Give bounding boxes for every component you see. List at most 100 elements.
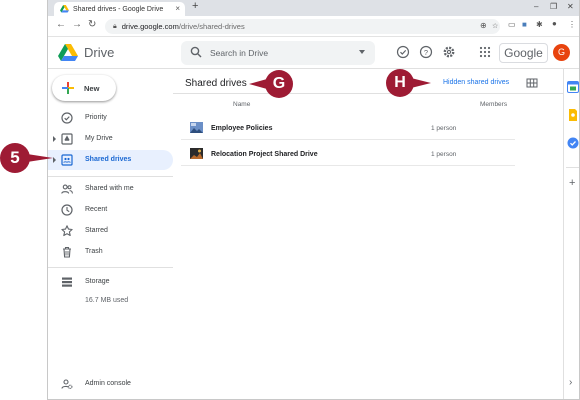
browser-menu-icon[interactable]: ⋮ xyxy=(568,20,576,29)
sidebar-item-starred[interactable]: Starred xyxy=(48,221,173,241)
sidebar-divider xyxy=(48,267,173,268)
side-panel: + › xyxy=(563,69,579,399)
new-button[interactable]: New xyxy=(52,75,116,101)
search-box[interactable]: Search in Drive xyxy=(181,41,375,65)
sidebar-item-recent[interactable]: Recent xyxy=(48,200,173,220)
callout-h: H xyxy=(386,69,414,97)
row-name: Employee Policies xyxy=(211,125,273,132)
sidebar-item-label: Admin console xyxy=(85,380,131,387)
page-title: Shared drives xyxy=(185,78,247,89)
settings-gear-icon[interactable] xyxy=(442,45,456,59)
side-panel-divider xyxy=(566,167,579,168)
storage-used-text: 16.7 MB used xyxy=(85,297,129,304)
table-row[interactable]: Relocation Project Shared Drive 1 person xyxy=(181,143,515,166)
sidebar-item-label: Shared drives xyxy=(85,156,132,163)
shared-drive-thumbnail-icon xyxy=(190,122,203,133)
storage-icon xyxy=(62,277,72,287)
url-host: drive.google.com xyxy=(121,22,179,31)
expand-caret-icon[interactable] xyxy=(53,157,56,163)
shared-drive-thumbnail-icon xyxy=(190,148,203,159)
minimize-icon[interactable]: – xyxy=(534,2,538,11)
clock-icon xyxy=(61,204,73,216)
star-icon xyxy=(61,225,73,237)
browser-toolbar: ← → ↻ 🔒︎ drive.google.com/drive/shared-d… xyxy=(48,16,579,37)
admin-icon xyxy=(61,379,73,390)
google-account-logo[interactable]: Google xyxy=(499,43,548,63)
trash-icon xyxy=(63,246,71,258)
row-members: 1 person xyxy=(431,151,457,158)
close-window-icon[interactable]: ✕ xyxy=(567,2,574,11)
new-tab-button[interactable]: + xyxy=(192,0,198,12)
row-members: 1 person xyxy=(431,125,457,132)
tab-strip: Shared drives - Google Drive × + – ❐ ✕ xyxy=(48,0,579,16)
extension-icon[interactable]: ■ xyxy=(522,20,527,29)
row-name: Relocation Project Shared Drive xyxy=(211,151,318,158)
callout-g: G xyxy=(265,70,293,98)
calendar-icon[interactable] xyxy=(567,81,579,93)
sidebar-item-label: Trash xyxy=(85,248,103,255)
url-path: /drive/shared-drives xyxy=(178,22,245,31)
profile-icon[interactable]: ● xyxy=(552,19,557,28)
search-input[interactable]: Search in Drive xyxy=(210,48,268,58)
sidebar-item-admin-console[interactable]: Admin console xyxy=(48,374,173,394)
restore-icon[interactable]: ❐ xyxy=(550,2,557,11)
url-text: drive.google.com/drive/shared-drives xyxy=(122,22,245,31)
offline-check-icon[interactable] xyxy=(396,45,410,59)
sidebar-item-label: Starred xyxy=(85,227,108,234)
sidebar: New Priority My Drive Shared drives Shar… xyxy=(48,69,173,399)
bookmark-star-icon[interactable]: ☆ xyxy=(492,22,498,30)
priority-icon xyxy=(61,112,73,124)
column-header-members: Members xyxy=(480,101,508,108)
forward-icon[interactable]: → xyxy=(72,19,82,30)
search-icon[interactable] xyxy=(190,46,202,58)
expand-caret-icon[interactable] xyxy=(53,136,56,142)
sidebar-item-label: Storage xyxy=(85,278,110,285)
help-icon[interactable]: ? xyxy=(419,45,433,59)
drive-header: Drive Search in Drive ? Google G xyxy=(48,37,579,69)
column-header-name[interactable]: Name xyxy=(233,101,250,108)
sidebar-item-label: Recent xyxy=(85,206,108,213)
hidden-shared-drives-link[interactable]: Hidden shared drives xyxy=(443,79,509,86)
sidebar-item-storage[interactable]: Storage xyxy=(48,272,173,292)
search-options-icon[interactable] xyxy=(359,50,365,54)
back-icon[interactable]: ← xyxy=(56,19,66,30)
header-divider xyxy=(173,93,563,94)
people-icon xyxy=(61,184,73,194)
address-bar[interactable]: 🔒︎ drive.google.com/drive/shared-drives … xyxy=(105,19,500,34)
drive-logo-icon[interactable] xyxy=(58,44,78,62)
browser-window: Shared drives - Google Drive × + – ❐ ✕ ←… xyxy=(47,0,580,400)
grid-view-icon[interactable] xyxy=(526,77,538,89)
keep-icon[interactable] xyxy=(567,109,579,121)
sidebar-item-label: My Drive xyxy=(85,135,113,142)
tasks-icon[interactable] xyxy=(567,137,579,149)
browser-tab[interactable]: Shared drives - Google Drive × xyxy=(54,2,185,16)
sidebar-divider xyxy=(48,176,173,177)
step-5-callout: 5 xyxy=(0,143,30,173)
tab-close-icon[interactable]: × xyxy=(175,4,180,13)
drive-favicon-icon xyxy=(60,5,69,13)
plus-icon xyxy=(62,82,74,94)
my-drive-icon xyxy=(61,133,73,145)
add-addon-icon[interactable]: + xyxy=(569,177,575,189)
callout-h-arrow xyxy=(411,78,431,88)
reload-icon[interactable]: ↻ xyxy=(88,19,96,30)
sidebar-item-shared-with-me[interactable]: Shared with me xyxy=(48,179,173,199)
sidebar-item-trash[interactable]: Trash xyxy=(48,242,173,262)
chevron-right-icon[interactable]: › xyxy=(569,377,572,388)
step-5-callout-arrow xyxy=(27,154,53,162)
main-content: Shared drives Hidden shared drives Name … xyxy=(173,69,563,399)
zoom-icon[interactable]: ⊕ xyxy=(480,21,487,30)
sidebar-item-shared-drives[interactable]: Shared drives xyxy=(48,150,173,170)
table-row[interactable]: Employee Policies 1 person xyxy=(181,117,515,140)
cast-icon[interactable]: ▭ xyxy=(508,20,516,29)
avatar[interactable]: G xyxy=(553,44,570,61)
drive-brand-label: Drive xyxy=(84,45,115,60)
puzzle-icon[interactable]: ✱ xyxy=(536,20,543,29)
svg-text:?: ? xyxy=(424,48,428,57)
sidebar-item-my-drive[interactable]: My Drive xyxy=(48,129,173,149)
new-button-label: New xyxy=(84,83,100,93)
sidebar-item-label: Priority xyxy=(85,114,107,121)
sidebar-item-priority[interactable]: Priority xyxy=(48,108,173,128)
shared-drives-icon xyxy=(61,154,73,166)
apps-grid-icon[interactable] xyxy=(478,45,492,59)
